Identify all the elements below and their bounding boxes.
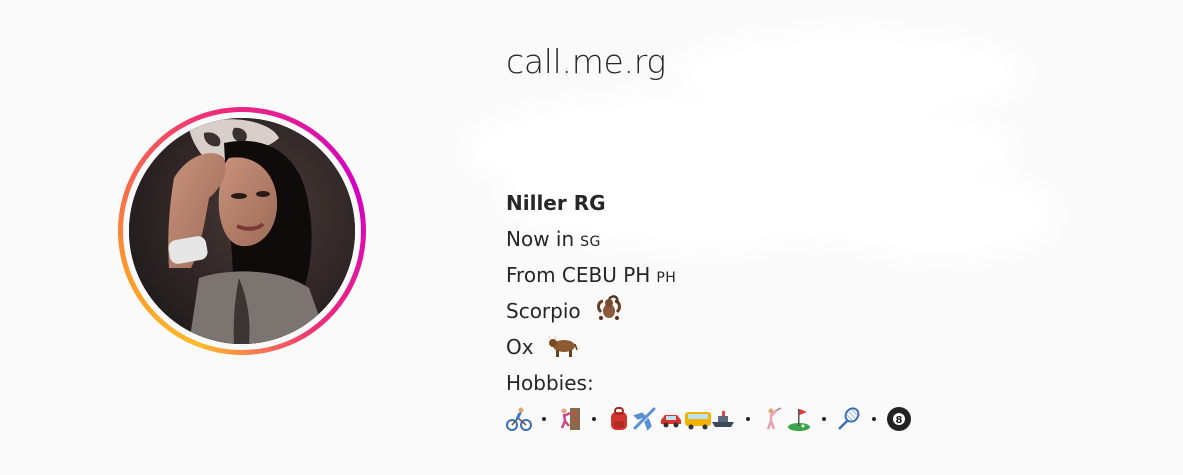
bio-now-in-text: Now in (506, 227, 575, 251)
car-icon (658, 406, 684, 432)
scorpion-icon (595, 294, 623, 333)
cycling-icon (506, 406, 532, 432)
bio-hobbies-label: Hobbies: (506, 371, 594, 395)
bus-icon (684, 406, 711, 432)
avatar[interactable] (129, 118, 355, 344)
avatar-photo-image (129, 118, 355, 344)
billiard-8-ball-icon: 8 (886, 406, 912, 432)
golf-flag-icon (786, 406, 812, 432)
bio-year-text: Ox (506, 335, 534, 359)
bio-zodiac-text: Scorpio (506, 299, 581, 323)
separator-dot (822, 417, 826, 421)
bio-zodiac: Scorpio (506, 293, 912, 329)
bio-now-in-code: SG (580, 234, 601, 250)
separator-dot (746, 417, 750, 421)
bio-now-in: Now in SG (506, 221, 912, 257)
svg-text:8: 8 (896, 415, 903, 426)
hobbies-list: 8 (506, 401, 912, 437)
bio-from-code: PH (656, 270, 677, 286)
avatar-story-ring[interactable] (118, 107, 366, 355)
ship-icon (710, 406, 736, 432)
username: call.me.rg (506, 42, 666, 81)
airplane-icon (632, 406, 658, 432)
separator-dot (872, 417, 876, 421)
separator-dot (542, 417, 546, 421)
climbing-icon (556, 406, 582, 432)
ox-icon (548, 332, 578, 369)
bio: Niller RG Now in SG From CEBU PH PH Scorpi… (506, 185, 912, 437)
backpack-icon (606, 406, 632, 432)
badminton-icon (836, 406, 862, 432)
bio-from: From CEBU PH PH (506, 257, 912, 293)
bio-year: Ox (506, 329, 912, 365)
bio-from-text: From CEBU PH (506, 263, 651, 287)
golfer-icon (760, 406, 786, 432)
separator-dot (592, 417, 596, 421)
display-name: Niller RG (506, 191, 606, 215)
